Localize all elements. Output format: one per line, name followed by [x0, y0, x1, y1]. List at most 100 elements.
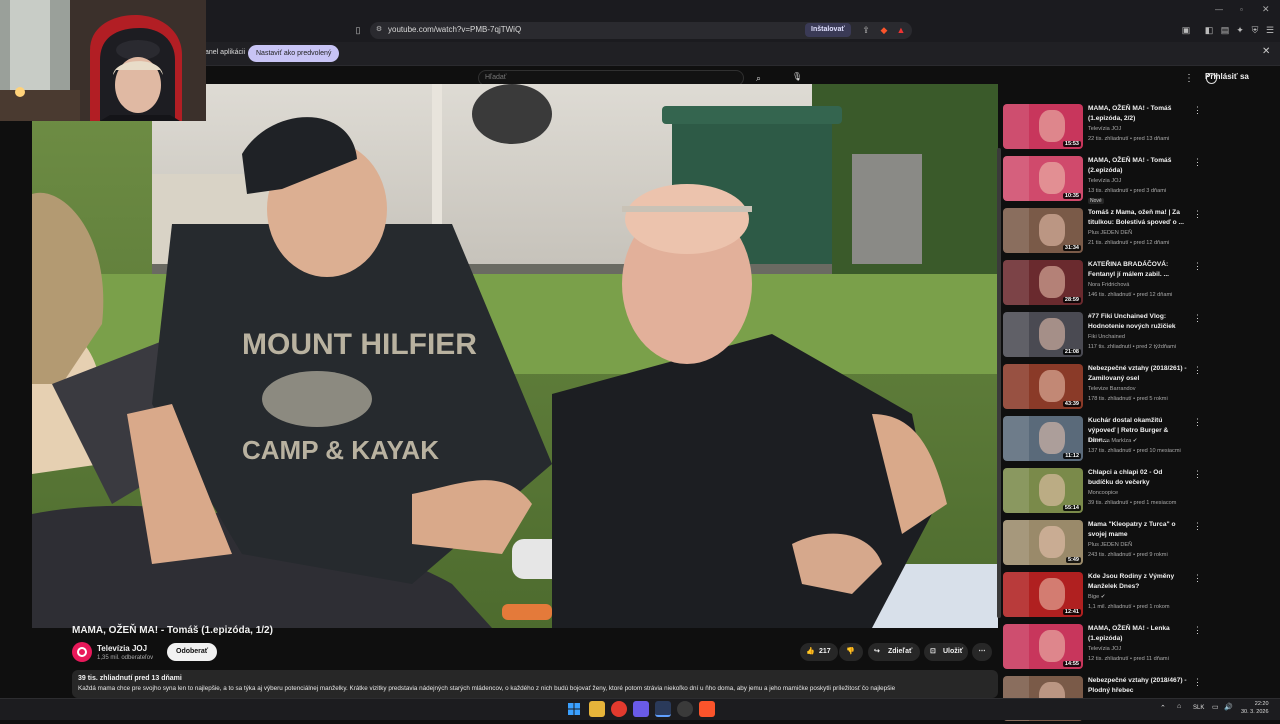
recommendation-item[interactable]: 12:41 Kde Jsou Rodiny z Výměny Manželek D… — [1000, 568, 1206, 620]
recommendation-title[interactable]: Nebezpečné vztahy (2018/261) - Zamilovan… — [1088, 364, 1188, 384]
microphone-icon[interactable]: 🎙 — [792, 72, 802, 81]
bookmark-icon[interactable]: ▯ — [352, 24, 364, 36]
recommendation-item[interactable]: 21:08 #77 Fiki Unchained Vlog: Hodnotenie… — [1000, 308, 1206, 360]
vpn-icon[interactable]: ⛨ — [1249, 24, 1261, 36]
menu-icon[interactable]: ☰ — [1264, 24, 1276, 36]
window-close-button[interactable]: ✕ — [1262, 4, 1270, 15]
sidebar-toggle-icon[interactable]: ▣ — [1180, 24, 1192, 36]
video-thumbnail[interactable]: 21:08 — [1003, 312, 1083, 357]
more-options-icon[interactable]: ⋮ — [1193, 625, 1202, 636]
input-language[interactable]: SLK — [1193, 705, 1204, 711]
video-player[interactable]: MOUNT HILFIER CAMP & KAYAK — [32, 84, 998, 628]
recommendation-title[interactable]: MAMA, OŽEŇ MA! - Tomáš (1.epizóda, 2/2) — [1088, 104, 1188, 124]
video-thumbnail[interactable]: 14:55 — [1003, 624, 1083, 669]
more-options-icon[interactable]: ⋮ — [1193, 521, 1202, 532]
video-thumbnail[interactable]: 12:41 — [1003, 572, 1083, 617]
network-icon[interactable]: ▭ — [1212, 703, 1219, 711]
more-options-icon[interactable]: ⋮ — [1193, 209, 1202, 220]
window-minimize-button[interactable]: — — [1215, 5, 1223, 14]
recommendation-channel[interactable]: Televízia JOJ — [1088, 178, 1121, 184]
recommendation-title[interactable]: Chlapci a chlapi 02 - Od budíčku do veče… — [1088, 468, 1188, 488]
video-thumbnail[interactable]: 31:34 — [1003, 208, 1083, 253]
tab-layout-icon[interactable]: ◧ — [1203, 24, 1215, 36]
recommendation-channel[interactable]: Plus JEDEN DEŇ — [1088, 230, 1132, 236]
chrome-icon[interactable] — [611, 701, 627, 717]
share-page-icon[interactable]: ⇪ — [860, 24, 872, 36]
leo-icon[interactable]: ✦ — [1234, 24, 1246, 36]
more-options-icon[interactable]: ⋮ — [1193, 157, 1202, 168]
url-text[interactable]: youtube.com/watch?v=PMB-7qjTWiQ — [388, 24, 521, 36]
tray-chevron-icon[interactable]: ⌃ — [1160, 704, 1166, 712]
recommendation-title[interactable]: Mama "Kleopatry z Turca" o svojej mame — [1088, 520, 1188, 540]
subscribe-button[interactable]: Odoberať — [167, 643, 218, 661]
video-thumbnail[interactable]: 55:14 — [1003, 468, 1083, 513]
tray-app-icon[interactable]: ⌂ — [1177, 703, 1181, 710]
channel-name[interactable]: Televízia JOJ — [97, 644, 147, 653]
file-explorer-icon[interactable] — [589, 701, 605, 717]
more-options-icon[interactable]: ⋮ — [1193, 261, 1202, 272]
description-box[interactable] — [72, 670, 998, 698]
video-thumbnail[interactable]: 28:59 — [1003, 260, 1083, 305]
search-icon[interactable]: ⌕ — [756, 73, 761, 84]
like-button[interactable]: 👍 217 — [800, 643, 838, 661]
video-thumbnail[interactable]: 5:49 — [1003, 520, 1083, 565]
more-options-icon[interactable]: ⋮ — [1193, 573, 1202, 584]
more-options-icon[interactable]: ⋮ — [1193, 365, 1202, 376]
sidebar-scrollbar[interactable] — [997, 148, 1001, 618]
recommendation-item[interactable]: 10:35 MAMA, OŽEŇ MA! - Tomáš (2.epizóda) T… — [1000, 152, 1206, 204]
set-default-button[interactable]: Nastaviť ako predvolený — [248, 45, 340, 62]
recommendation-item[interactable]: 5:49 Mama "Kleopatry z Turca" o svojej ma… — [1000, 516, 1206, 568]
recommendation-channel[interactable]: Plus JEDEN DEŇ — [1088, 542, 1132, 548]
recommendation-title[interactable]: KATEŘINA BRADÁČOVÁ: Fentanyl jí málem za… — [1088, 260, 1188, 280]
recommendation-title[interactable]: MAMA, OŽEŇ MA! - Tomáš (2.epizóda) — [1088, 156, 1188, 176]
obs-icon[interactable] — [677, 701, 693, 717]
recommendation-channel[interactable]: Televize Barrandov — [1088, 386, 1136, 392]
recommendation-item[interactable]: 11:12 Kuchár dostal okamžitú výpoveď | Re… — [1000, 412, 1206, 464]
clock[interactable]: 22:20 30. 3. 2026 — [1241, 700, 1269, 716]
brave-shields-icon[interactable]: ◆ — [878, 24, 890, 36]
more-options-icon[interactable]: ⋮ — [1193, 417, 1202, 428]
recommendation-channel[interactable]: Televízia JOJ — [1088, 126, 1121, 132]
video-thumbnail[interactable]: 15:53 — [1003, 104, 1083, 149]
video-thumbnail[interactable]: 11:12 — [1003, 416, 1083, 461]
save-button[interactable]: ⊡ Uložiť — [924, 643, 968, 661]
settings-more-icon[interactable]: ⋮ — [1184, 73, 1194, 84]
recommendation-item[interactable]: 43:39 Nebezpečné vztahy (2018/261) - Zami… — [1000, 360, 1206, 412]
window-maximize-button[interactable]: ▫ — [1240, 5, 1243, 14]
more-options-icon[interactable]: ⋮ — [1193, 677, 1202, 688]
rewards-icon[interactable]: ▲ — [895, 24, 907, 36]
video-thumbnail[interactable]: 43:39 — [1003, 364, 1083, 409]
recommendation-channel[interactable]: Fiki Unchained — [1088, 334, 1125, 340]
recommendation-channel[interactable]: Televízia Markíza ✔ — [1088, 438, 1137, 444]
recommendation-channel[interactable]: Moncoopice — [1088, 490, 1118, 496]
recommendation-title[interactable]: Kde Jsou Rodiny z Výměny Manželek Dnes? — [1088, 572, 1188, 592]
more-options-icon[interactable]: ⋮ — [1193, 469, 1202, 480]
infobar-close-icon[interactable]: ✕ — [1262, 46, 1270, 57]
recommendation-channel[interactable]: Televízia JOJ — [1088, 646, 1121, 652]
start-icon[interactable] — [566, 701, 582, 717]
wallet-icon[interactable]: ▤ — [1219, 24, 1231, 36]
signin-button[interactable]: Prihlásiť sa — [1205, 72, 1249, 81]
recommendation-title[interactable]: MAMA, OŽEŇ MA! - Lenka (1.epizóda) — [1088, 624, 1188, 644]
steam-icon[interactable] — [655, 701, 671, 717]
dislike-button[interactable]: 👎 — [839, 643, 863, 661]
brave-icon[interactable] — [699, 701, 715, 717]
recommendation-item[interactable]: 31:34 Tomáš z Mama, ožeň ma! | Za titulko… — [1000, 204, 1206, 256]
volume-icon[interactable]: 🔊 — [1224, 703, 1233, 711]
more-actions-icon[interactable]: ⋯ — [972, 643, 992, 661]
site-settings-icon[interactable]: ⚙ — [373, 24, 385, 36]
recommendation-channel[interactable]: Bige ✔ — [1088, 594, 1105, 600]
more-options-icon[interactable]: ⋮ — [1193, 105, 1202, 116]
recommendation-item[interactable]: 14:55 MAMA, OŽEŇ MA! - Lenka (1.epizóda) T… — [1000, 620, 1206, 672]
channel-avatar[interactable] — [72, 642, 92, 662]
install-app-button[interactable]: Inštalovať — [805, 23, 851, 37]
recommendation-title[interactable]: Tomáš z Mama, ožeň ma! | Za titulkou: Bo… — [1088, 208, 1188, 228]
recommendation-item[interactable]: 55:14 Chlapci a chlapi 02 - Od budíčku do… — [1000, 464, 1206, 516]
recommendation-item[interactable]: 15:53 MAMA, OŽEŇ MA! - Tomáš (1.epizóda, … — [1000, 100, 1206, 152]
recommendation-item[interactable]: 28:59 KATEŘINA BRADÁČOVÁ: Fentanyl jí mál… — [1000, 256, 1206, 308]
recommendation-title[interactable]: #77 Fiki Unchained Vlog: Hodnotenie nový… — [1088, 312, 1188, 332]
more-options-icon[interactable]: ⋮ — [1193, 313, 1202, 324]
recommendation-channel[interactable]: Nora Fridrichová — [1088, 282, 1129, 288]
video-thumbnail[interactable]: 10:35 — [1003, 156, 1083, 201]
app-icon[interactable] — [633, 701, 649, 717]
